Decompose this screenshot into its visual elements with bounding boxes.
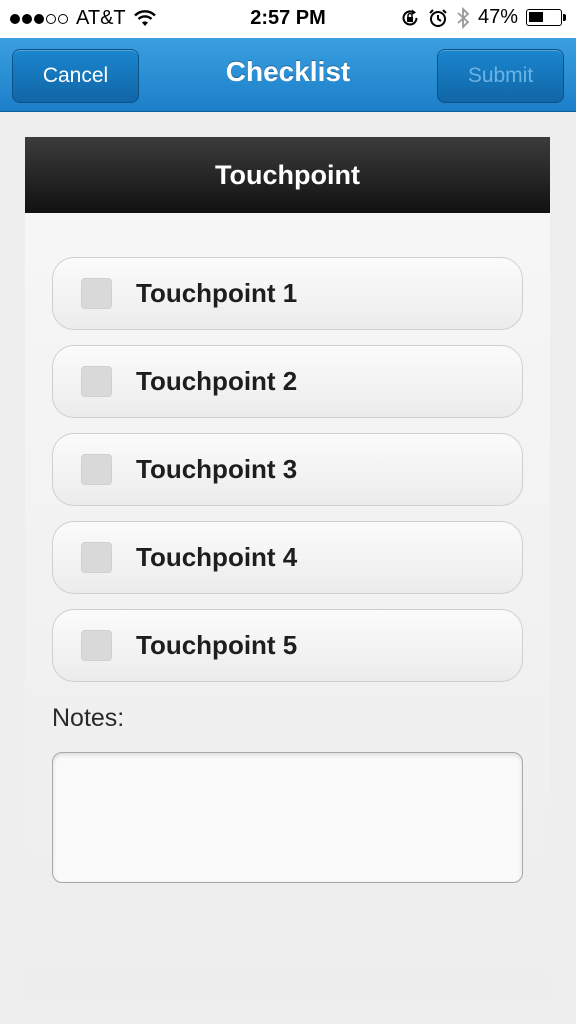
screen: AT&T 2:57 PM 47% Cancel Checklist Submit… xyxy=(0,0,576,1024)
battery-percent: 47% xyxy=(477,6,518,28)
checkbox[interactable] xyxy=(81,454,112,485)
checkbox[interactable] xyxy=(81,630,112,661)
checklist-item-label: Touchpoint 3 xyxy=(136,454,298,484)
status-right: 47% xyxy=(400,6,566,29)
checklist-item[interactable]: Touchpoint 1 xyxy=(52,257,523,330)
notes-field[interactable] xyxy=(52,752,523,883)
checklist-item[interactable]: Touchpoint 4 xyxy=(52,521,523,594)
checkbox[interactable] xyxy=(81,542,112,573)
checklist-item-label: Touchpoint 5 xyxy=(136,630,298,660)
battery-level xyxy=(529,12,543,22)
bluetooth-icon xyxy=(457,6,470,29)
nav-bar: Cancel Checklist Submit xyxy=(0,38,576,112)
checklist-item[interactable]: Touchpoint 3 xyxy=(52,433,523,506)
checklist-item[interactable]: Touchpoint 5 xyxy=(52,609,523,682)
rotation-lock-icon xyxy=(402,9,418,25)
notes-label: Notes: xyxy=(52,704,125,732)
section-header: Touchpoint xyxy=(25,137,550,213)
checkbox[interactable] xyxy=(81,366,112,397)
checklist-item-label: Touchpoint 2 xyxy=(136,366,298,396)
checkbox[interactable] xyxy=(81,278,112,309)
checklist-item[interactable]: Touchpoint 2 xyxy=(52,345,523,418)
checklist-item-label: Touchpoint 1 xyxy=(136,278,298,308)
alarm-icon xyxy=(429,8,447,27)
battery-icon xyxy=(526,9,566,26)
checklist-panel: Touchpoint Touchpoint 1 Touchpoint 2 Tou… xyxy=(25,137,550,999)
submit-button[interactable]: Submit xyxy=(437,49,564,103)
checklist-item-label: Touchpoint 4 xyxy=(136,542,298,572)
status-bar: AT&T 2:57 PM 47% xyxy=(0,0,576,38)
